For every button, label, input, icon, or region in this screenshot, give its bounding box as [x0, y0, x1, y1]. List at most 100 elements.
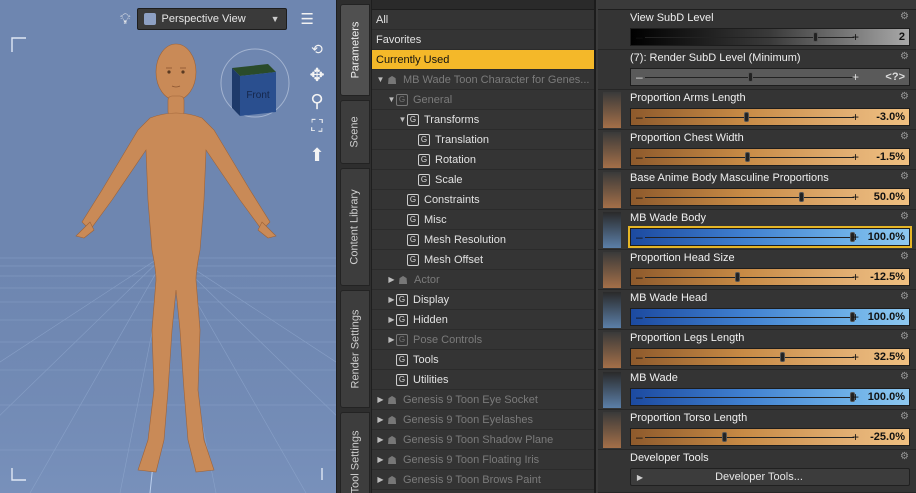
- property-slider[interactable]: – +100.0%: [628, 226, 912, 248]
- property-value[interactable]: -25.0%: [870, 431, 905, 443]
- expand-arrow-icon[interactable]: ▼: [376, 75, 385, 84]
- slider-knob[interactable]: [745, 152, 751, 162]
- increment-icon[interactable]: +: [852, 390, 859, 404]
- slider-knob[interactable]: [798, 192, 804, 202]
- expand-arrow-icon[interactable]: ▼: [398, 115, 407, 124]
- property-slider[interactable]: – +50.0%: [630, 188, 910, 206]
- slider-knob[interactable]: [747, 72, 753, 82]
- property-slider[interactable]: – + -3.0%: [630, 108, 910, 126]
- decrement-icon[interactable]: –: [636, 230, 643, 244]
- increment-icon[interactable]: +: [852, 110, 859, 124]
- tree-item[interactable]: G Mesh Offset: [372, 250, 594, 270]
- property-filter-bar[interactable]: [598, 0, 916, 10]
- increment-icon[interactable]: +: [852, 310, 859, 324]
- gear-icon[interactable]: ⚙: [900, 332, 910, 342]
- collapse-arrow-icon[interactable]: ▶: [376, 475, 385, 484]
- decrement-icon[interactable]: –: [636, 110, 643, 124]
- tree-item[interactable]: G Rotation: [372, 150, 594, 170]
- collapse-arrow-icon[interactable]: ▶: [387, 295, 396, 304]
- tree-filter-bar[interactable]: [372, 0, 594, 10]
- light-bulb-icon[interactable]: 💡︎: [120, 11, 131, 28]
- property-slider[interactable]: – + <?>: [630, 68, 910, 86]
- increment-icon[interactable]: +: [852, 350, 859, 364]
- tab-scene[interactable]: Scene: [340, 100, 370, 164]
- gear-icon[interactable]: ⚙: [900, 52, 910, 62]
- property-value[interactable]: 2: [899, 31, 905, 43]
- decrement-icon[interactable]: –: [636, 430, 643, 444]
- tree-item[interactable]: ▶ G Hidden: [372, 310, 594, 330]
- reset-camera-icon[interactable]: ⬆: [306, 144, 328, 166]
- property-value[interactable]: 100.0%: [868, 231, 905, 243]
- tree-item[interactable]: ▶ ☗ Genesis 9 Toon Eyelashes: [372, 410, 594, 430]
- tree-item[interactable]: G Mesh Resolution: [372, 230, 594, 250]
- gear-icon[interactable]: ⚙: [900, 452, 910, 462]
- tree-item[interactable]: ▶ ☗ Genesis 9 Toon Shadow Plane: [372, 430, 594, 450]
- decrement-icon[interactable]: –: [636, 150, 643, 164]
- decrement-icon[interactable]: –: [636, 270, 643, 284]
- tree-item[interactable]: ▶ G Display: [372, 290, 594, 310]
- property-slider[interactable]: – +100.0%: [630, 308, 910, 326]
- gear-icon[interactable]: ⚙: [900, 212, 910, 222]
- orbit-camera-icon[interactable]: ⟲: [306, 38, 328, 60]
- slider-knob[interactable]: [780, 352, 786, 362]
- gear-icon[interactable]: ⚙: [900, 292, 910, 302]
- tree-item[interactable]: G Translation: [372, 130, 594, 150]
- tree-item[interactable]: ▼ G General: [372, 90, 594, 110]
- property-slider[interactable]: – + -12.5%: [630, 268, 910, 286]
- property-slider[interactable]: – +32.5%: [630, 348, 910, 366]
- tree-item[interactable]: ▶ ☗ Genesis 9 Toon Eye Socket: [372, 390, 594, 410]
- slider-knob[interactable]: [721, 432, 727, 442]
- collapse-arrow-icon[interactable]: ▶: [376, 395, 385, 404]
- tab-render-settings[interactable]: Render Settings: [340, 290, 370, 408]
- zoom-camera-icon[interactable]: ⚲: [306, 90, 328, 112]
- property-value[interactable]: 100.0%: [868, 311, 905, 323]
- tree-item[interactable]: G Scale: [372, 170, 594, 190]
- decrement-icon[interactable]: –: [636, 70, 643, 84]
- gear-icon[interactable]: ⚙: [900, 372, 910, 382]
- property-slider[interactable]: – +100.0%: [630, 388, 910, 406]
- pan-camera-icon[interactable]: ✥: [306, 64, 328, 86]
- tree-item[interactable]: G Utilities: [372, 370, 594, 390]
- expand-arrow-icon[interactable]: ▼: [387, 95, 396, 104]
- tree-item[interactable]: ▶ G Pose Controls: [372, 330, 594, 350]
- property-slider[interactable]: – +2: [630, 28, 910, 46]
- tree-item[interactable]: ▶ ☗ Genesis 9 Toon Floating Iris: [372, 450, 594, 470]
- increment-icon[interactable]: +: [852, 430, 859, 444]
- decrement-icon[interactable]: –: [636, 390, 643, 404]
- tree-item[interactable]: Favorites: [372, 30, 594, 50]
- tree-item[interactable]: G Misc: [372, 210, 594, 230]
- increment-icon[interactable]: +: [852, 30, 859, 44]
- gear-icon[interactable]: ⚙: [900, 12, 910, 22]
- tree-item[interactable]: All: [372, 10, 594, 30]
- property-slider[interactable]: – + -1.5%: [630, 148, 910, 166]
- decrement-icon[interactable]: –: [636, 30, 643, 44]
- increment-icon[interactable]: +: [852, 230, 859, 244]
- tab-tool-settings[interactable]: Tool Settings: [340, 412, 370, 493]
- property-value[interactable]: -1.5%: [876, 151, 905, 163]
- tree-item[interactable]: G Tools: [372, 350, 594, 370]
- slider-knob[interactable]: [813, 32, 819, 42]
- decrement-icon[interactable]: –: [636, 350, 643, 364]
- tree-item[interactable]: ▶ ☗ Actor: [372, 270, 594, 290]
- increment-icon[interactable]: +: [852, 270, 859, 284]
- tab-parameters[interactable]: Parameters: [340, 4, 370, 96]
- property-value[interactable]: 32.5%: [874, 351, 905, 363]
- tab-content-library[interactable]: Content Library: [340, 168, 370, 286]
- collapse-arrow-icon[interactable]: ▶: [376, 455, 385, 464]
- increment-icon[interactable]: +: [852, 70, 859, 84]
- collapse-arrow-icon[interactable]: ▶: [376, 435, 385, 444]
- collapse-arrow-icon[interactable]: ▶: [387, 275, 396, 284]
- collapse-arrow-icon[interactable]: ▶: [376, 415, 385, 424]
- slider-knob[interactable]: [735, 272, 741, 282]
- property-value[interactable]: -12.5%: [870, 271, 905, 283]
- camera-dropdown[interactable]: Perspective View ▼: [136, 8, 287, 30]
- property-value[interactable]: <?>: [885, 71, 905, 83]
- tree-item[interactable]: ▼ G Transforms: [372, 110, 594, 130]
- property-value[interactable]: 100.0%: [868, 391, 905, 403]
- increment-icon[interactable]: +: [852, 190, 859, 204]
- gear-icon[interactable]: ⚙: [900, 92, 910, 102]
- viewport-menu-icon[interactable]: ☰: [301, 10, 314, 28]
- decrement-icon[interactable]: –: [636, 190, 643, 204]
- collapse-arrow-icon[interactable]: ▶: [387, 335, 396, 344]
- developer-tools-button[interactable]: ▶ Developer Tools...: [630, 468, 910, 486]
